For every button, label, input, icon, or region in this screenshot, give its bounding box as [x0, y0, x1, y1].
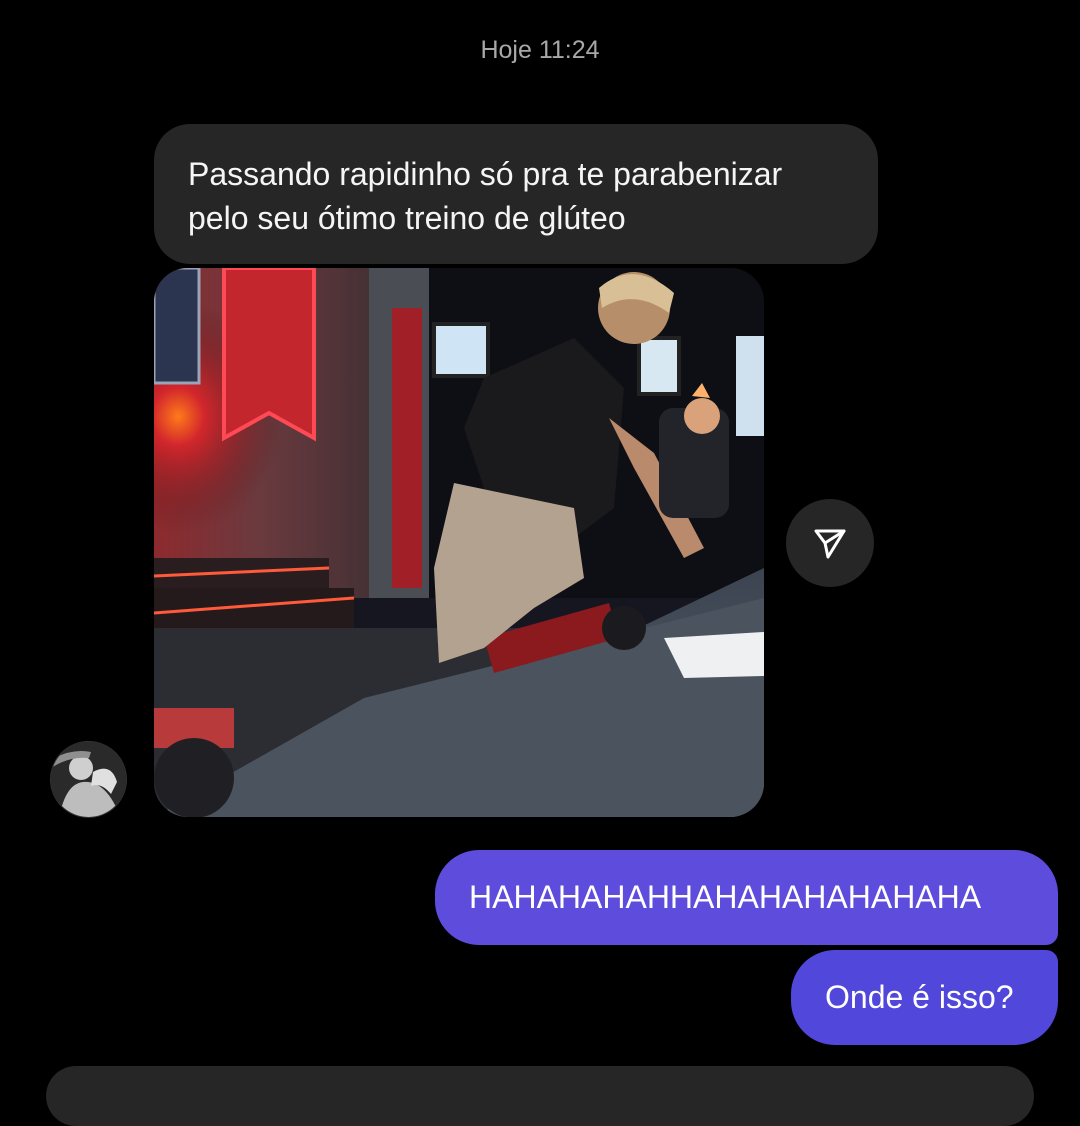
video-frame-illustration: [154, 268, 764, 817]
shared-video-thumbnail[interactable]: [154, 268, 764, 817]
timestamp: Hoje 11:24: [480, 36, 600, 64]
outgoing-message-bubble[interactable]: HAHAHAHAHHAHAHAHAHAHAHA: [435, 850, 1058, 945]
incoming-message-bubble[interactable]: Passando rapidinho só pra te parabenizar…: [154, 124, 878, 264]
avatar-image: [51, 742, 126, 817]
share-button[interactable]: [786, 499, 874, 587]
outgoing-message-bubble[interactable]: Onde é isso?: [791, 950, 1058, 1045]
contact-avatar[interactable]: [50, 741, 127, 818]
message-composer[interactable]: [46, 1066, 1034, 1126]
send-icon: [814, 529, 846, 559]
